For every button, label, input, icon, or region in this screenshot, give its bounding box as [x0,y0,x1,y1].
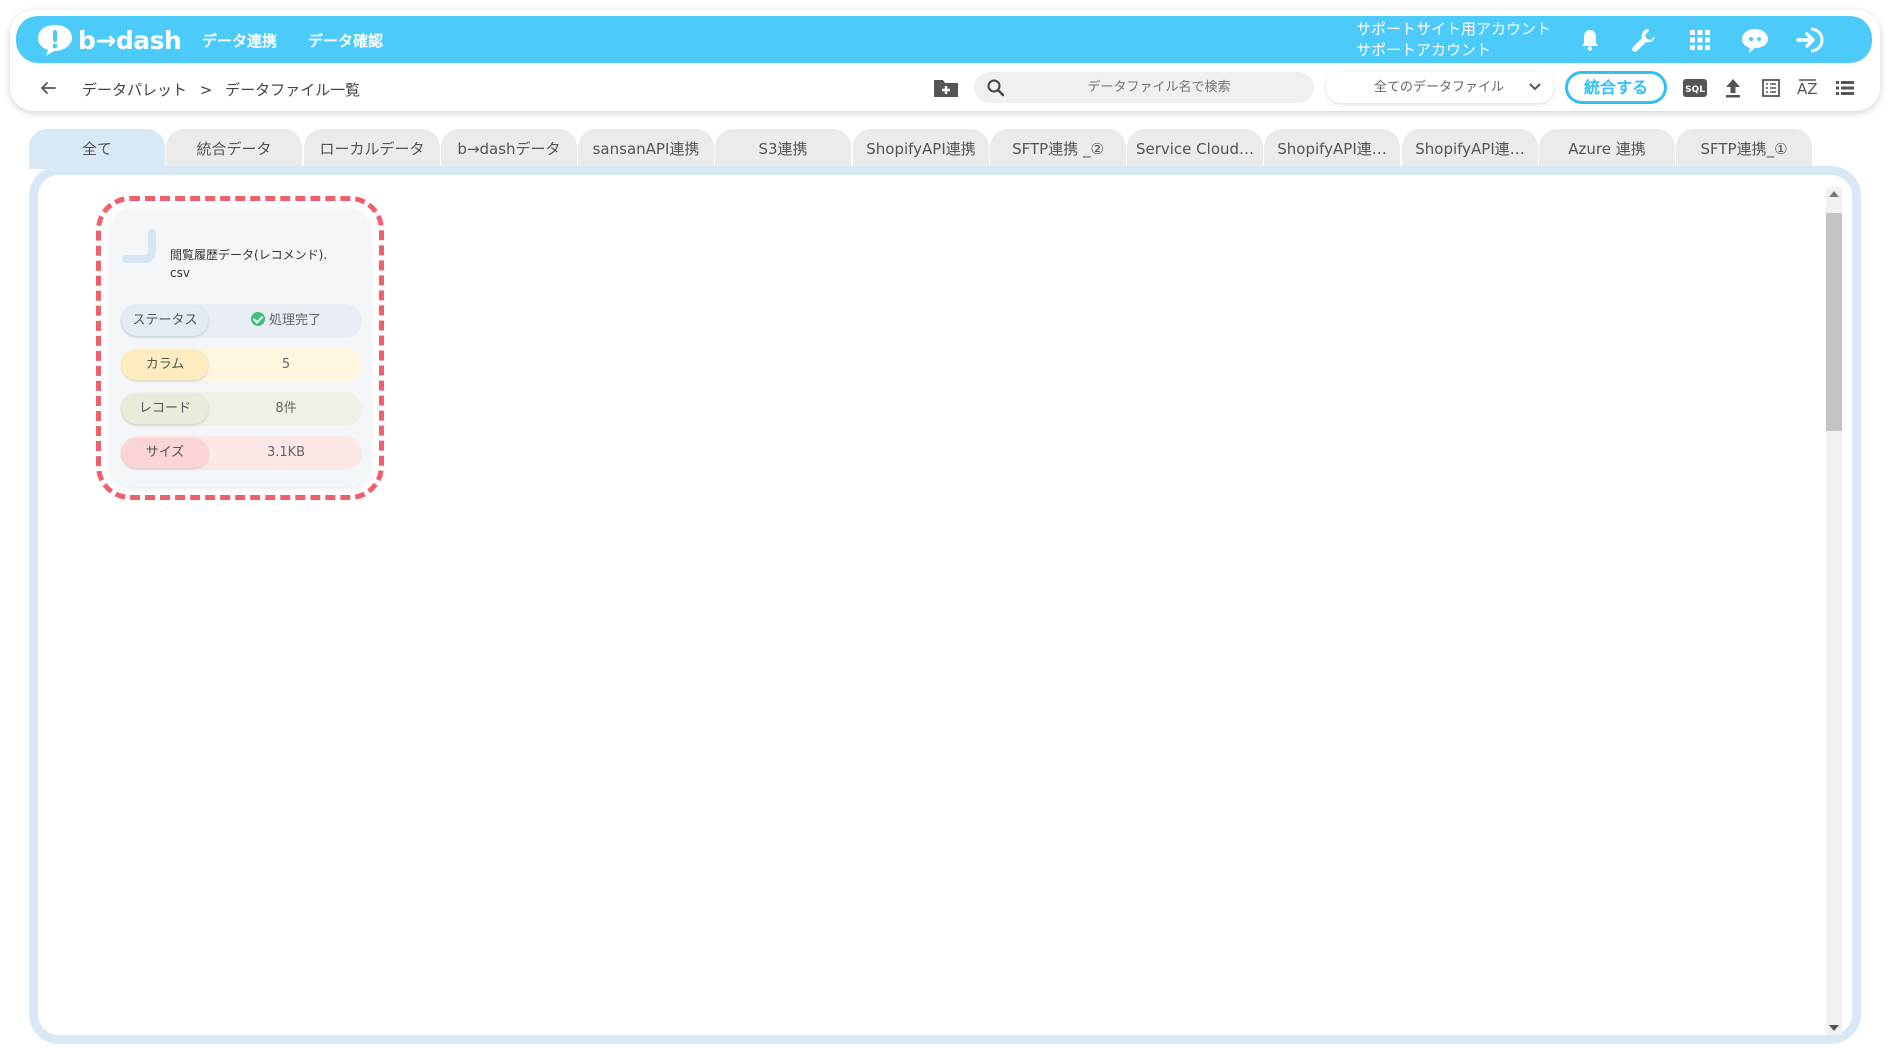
nav-data-check[interactable]: データ確認 [308,30,383,51]
tab-shopify-api-3[interactable]: ShopifyAPI連… [1402,129,1538,169]
logo-bubble-icon [38,25,72,56]
vertical-scrollbar[interactable] [1826,187,1842,1035]
toolbar: データパレット > データファイル一覧 全てのデータファイル 統合する SQL … [10,71,1880,106]
sort-az-label: AZ [1797,80,1818,98]
sort-az-icon[interactable]: AZ [1795,75,1821,101]
record-row: レコード 8件 [120,392,362,426]
breadcrumb-current: データファイル一覧 [225,81,361,99]
tab-all[interactable]: 全て [29,129,165,169]
apps-grid-icon[interactable] [1684,24,1716,56]
breadcrumb: データパレット > データファイル一覧 [82,79,368,100]
file-corner-icon [122,229,156,263]
tab-s3[interactable]: S3連携 [715,129,851,169]
merge-button[interactable]: 統合する [1565,71,1667,104]
file-name-line2: csv [170,266,190,280]
tab-sftp-1[interactable]: SFTP連携_① [1676,129,1812,169]
account-user-name: サポートアカウント [1356,41,1492,59]
tab-service-cloud[interactable]: Service Cloud… [1127,129,1263,169]
record-label: レコード [122,394,208,424]
back-arrow-icon[interactable] [38,78,58,98]
scroll-down-icon[interactable] [1829,1025,1839,1031]
sql-icon-label: SQL [1685,85,1705,95]
file-filter-select[interactable]: 全てのデータファイル [1326,72,1554,103]
tab-local-data[interactable]: ローカルデータ [304,129,440,169]
tab-shopify-api[interactable]: ShopifyAPI連携 [853,129,989,169]
tab-integrated-data[interactable]: 統合データ [166,129,302,169]
upload-icon[interactable] [1720,75,1746,101]
account-info[interactable]: サポートサイト用アカウント サポートアカウント [1356,19,1551,61]
record-value: 8件 [275,401,297,416]
file-name-line1: 閲覧履歴データ(レコメンド). [170,248,328,262]
list-view-icon[interactable] [1832,75,1858,101]
sql-icon[interactable]: SQL [1682,75,1708,101]
tab-shopify-api-2[interactable]: ShopifyAPI連… [1264,129,1400,169]
bdash-logo[interactable]: b→dash [36,23,182,57]
chevron-down-icon [1529,83,1541,91]
account-site-name: サポートサイト用アカウント [1356,20,1552,38]
status-value: 処理完了 [216,304,356,338]
wrench-icon[interactable] [1628,24,1660,56]
nav-data-integration[interactable]: データ連携 [202,30,277,51]
size-row: サイズ 3.1KB [120,436,362,470]
data-file-card[interactable]: 閲覧履歴データ(レコメンド). csv ステータス 処理完了 カラム 5 レコー… [110,209,370,487]
scroll-up-icon[interactable] [1829,191,1839,197]
top-navigation-bar: b→dash データ連携 データ確認 サポートサイト用アカウント サポートアカウ… [16,16,1872,63]
search-input[interactable] [1014,72,1304,103]
file-name: 閲覧履歴データ(レコメンド). csv [170,246,360,282]
column-row: カラム 5 [120,348,362,382]
tab-sftp-2[interactable]: SFTP連携 _② [990,129,1126,169]
file-filter-value: 全てのデータファイル [1374,80,1505,95]
tab-bdash-data[interactable]: b→dashデータ [441,129,577,169]
search-field[interactable] [974,72,1314,103]
scrollbar-thumb[interactable] [1826,213,1842,431]
add-folder-icon[interactable] [932,76,960,100]
column-label: カラム [122,350,208,380]
list-detail-icon[interactable] [1758,75,1784,101]
column-value: 5 [281,357,291,372]
breadcrumb-separator: > [199,81,213,99]
chat-support-icon[interactable] [1739,24,1771,56]
status-row: ステータス 処理完了 [120,304,362,338]
logout-icon[interactable] [1794,24,1826,56]
check-circle-icon [250,312,265,326]
search-icon [987,79,1005,97]
size-label: サイズ [122,438,208,468]
tab-sansan-api[interactable]: sansanAPI連携 [578,129,714,169]
status-label: ステータス [122,306,208,336]
tab-azure[interactable]: Azure 連携 [1539,129,1675,169]
breadcrumb-data-palette[interactable]: データパレット [82,81,187,99]
status-text: 処理完了 [268,313,321,328]
bell-icon[interactable] [1574,24,1606,56]
logo-text: b→dash [78,25,182,55]
size-value: 3.1KB [266,445,306,460]
